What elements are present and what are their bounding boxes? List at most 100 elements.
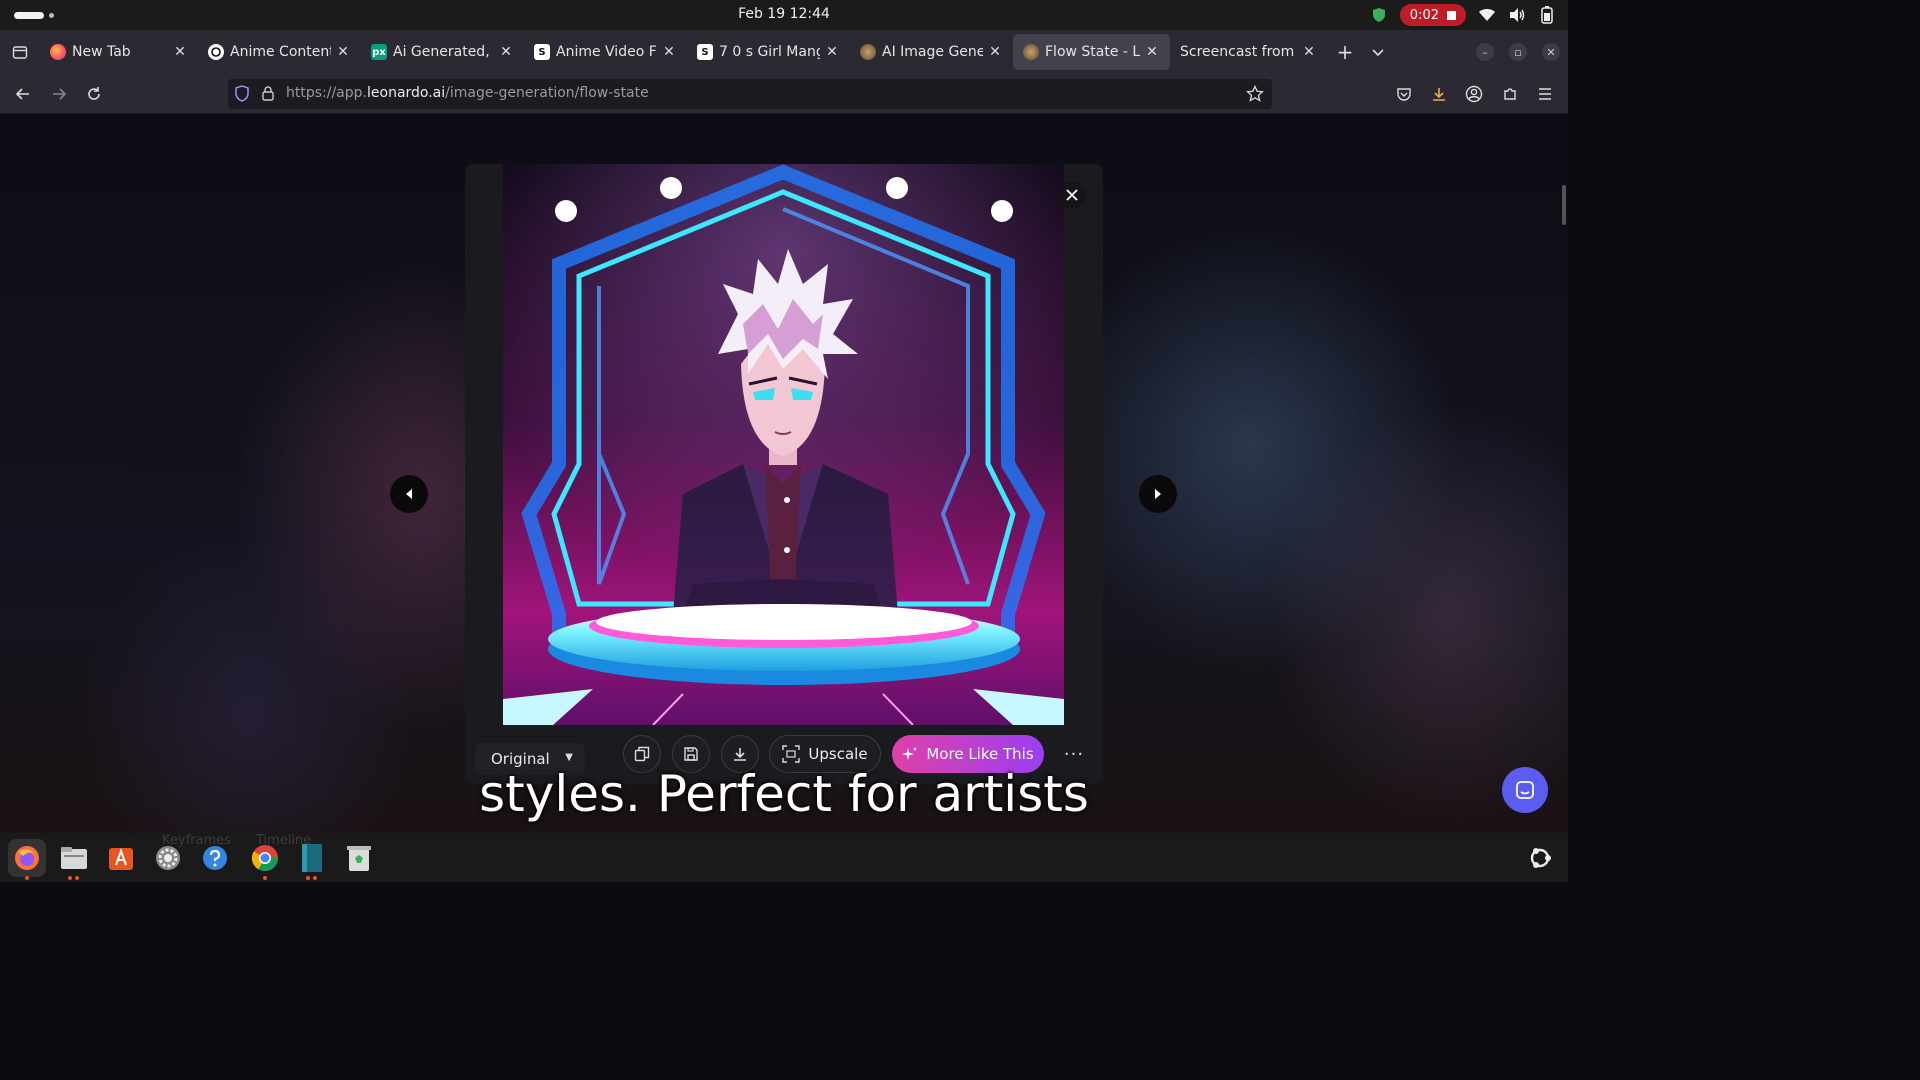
stop-recording-icon[interactable] <box>1447 10 1456 20</box>
chevron-down-icon <box>1372 48 1384 56</box>
recording-time: 0:02 <box>1409 7 1439 23</box>
security-shield-icon[interactable] <box>1370 6 1388 24</box>
minimize-window-button[interactable]: – <box>1476 43 1494 61</box>
taskbar-dock: Keyframes Timeline <box>0 833 1568 882</box>
tab-overview-icon <box>12 46 28 59</box>
tab-title: 7 0 s Girl Manga <box>719 44 820 60</box>
px-icon: px <box>371 44 387 60</box>
tab-close-icon[interactable]: ✕ <box>1144 44 1160 60</box>
tab-title: Anime Video For <box>556 44 657 60</box>
tab-ai-generated[interactable]: px Ai Generated, Gi ✕ <box>361 34 524 70</box>
help-icon <box>203 846 227 870</box>
download-icon <box>1433 88 1445 101</box>
copy-icon <box>634 746 650 762</box>
leonardo-icon <box>1023 44 1039 60</box>
back-button[interactable] <box>11 82 35 106</box>
caret-down-icon: ▼ <box>565 752 573 763</box>
anime-character-illustration <box>503 164 1064 725</box>
firefox-icon <box>50 44 66 60</box>
tab-title: Screencast from 20 <box>1180 44 1297 60</box>
close-icon <box>1066 189 1078 201</box>
tab-anime-video[interactable]: S Anime Video For ✕ <box>524 34 687 70</box>
tab-close-icon[interactable]: ✕ <box>1301 44 1317 60</box>
app-menu-button[interactable] <box>1533 82 1557 106</box>
system-tray: 0:02 <box>1370 4 1556 26</box>
dock-show-apps[interactable] <box>1521 839 1559 877</box>
bookmark-star-icon[interactable] <box>1246 84 1264 107</box>
dock-firefox[interactable] <box>8 839 46 880</box>
generated-image[interactable] <box>503 164 1064 725</box>
arrow-right-icon <box>53 88 67 100</box>
running-indicator <box>25 876 29 880</box>
next-image-button[interactable] <box>1139 475 1177 513</box>
forward-button[interactable] <box>47 82 71 106</box>
tab-anime-content[interactable]: Anime Content I ✕ <box>198 34 361 70</box>
dock-settings[interactable] <box>149 839 187 877</box>
pocket-icon <box>1397 88 1411 101</box>
tab-close-icon[interactable]: ✕ <box>172 44 188 60</box>
tracking-protection-shield-icon[interactable] <box>234 85 250 107</box>
url-text[interactable]: https://app.leonardo.ai/image-generation… <box>286 85 649 101</box>
dock-video-editor[interactable] <box>293 839 331 880</box>
dock-app-center[interactable] <box>102 839 140 877</box>
screen-recording-indicator[interactable]: 0:02 <box>1399 4 1466 26</box>
dock-trash[interactable] <box>340 839 378 877</box>
support-chat-button[interactable] <box>1502 767 1548 813</box>
tab-girl-manga[interactable]: S 7 0 s Girl Manga ✕ <box>687 34 850 70</box>
tab-close-icon[interactable]: ✕ <box>824 44 840 60</box>
volume-icon[interactable] <box>1508 6 1526 24</box>
caret-left-icon <box>406 489 412 499</box>
running-indicator <box>306 876 310 880</box>
url-host: leonardo.ai <box>367 85 446 101</box>
puzzle-icon <box>1504 88 1516 100</box>
running-indicator <box>68 876 72 880</box>
sparkles-icon <box>902 747 918 760</box>
image-viewer-modal <box>465 164 1103 784</box>
tab-close-icon[interactable]: ✕ <box>335 44 351 60</box>
url-path: /image-generation/flow-state <box>445 85 649 101</box>
maximize-window-button[interactable]: ▫ <box>1509 43 1527 61</box>
tab-flow-state[interactable]: Flow State - Leo ✕ <box>1013 34 1170 70</box>
tab-close-icon[interactable]: ✕ <box>987 44 1003 60</box>
tab-ai-image-generator[interactable]: AI Image Genera ✕ <box>850 34 1013 70</box>
tab-new-tab[interactable]: New Tab ✕ <box>40 34 198 70</box>
reload-button[interactable] <box>82 82 106 106</box>
battery-icon[interactable] <box>1538 6 1556 24</box>
openai-icon <box>208 44 224 60</box>
ubuntu-logo-icon <box>1530 848 1551 868</box>
tab-close-icon[interactable]: ✕ <box>498 44 514 60</box>
account-button[interactable] <box>1462 82 1486 106</box>
video-caption-subtitle: styles. Perfect for artists <box>479 765 1089 823</box>
tab-overview-button[interactable] <box>0 30 40 74</box>
dock-help[interactable] <box>196 839 234 877</box>
address-bar[interactable]: https://app.leonardo.ai/image-generation… <box>228 79 1272 109</box>
save-icon <box>684 747 698 761</box>
account-icon <box>1465 85 1483 103</box>
tab-close-icon[interactable]: ✕ <box>661 44 677 60</box>
dock-files[interactable] <box>55 839 93 880</box>
new-tab-button[interactable]: + <box>1327 40 1363 64</box>
system-clock[interactable]: Feb 19 12:44 <box>0 6 1568 22</box>
upscale-icon <box>782 745 801 763</box>
lock-icon[interactable] <box>261 85 275 105</box>
previous-image-button[interactable] <box>390 475 428 513</box>
dock-chrome[interactable] <box>246 839 284 880</box>
leonardo-icon <box>860 44 876 60</box>
wifi-icon[interactable] <box>1478 6 1496 24</box>
gear-icon <box>156 846 180 870</box>
list-all-tabs-button[interactable] <box>1363 43 1393 62</box>
downloads-button[interactable] <box>1427 82 1451 106</box>
pocket-button[interactable] <box>1392 82 1416 106</box>
tab-screencast[interactable]: Screencast from 20 ✕ <box>1170 34 1327 70</box>
upscale-label: Upscale <box>808 745 868 763</box>
reload-icon <box>88 87 100 100</box>
firefox-icon <box>15 846 39 870</box>
more-options-icon: ··· <box>1063 743 1085 765</box>
close-window-button[interactable]: ✕ <box>1542 43 1560 61</box>
running-indicator <box>313 876 317 880</box>
close-viewer-button[interactable] <box>1058 181 1086 209</box>
chrome-icon <box>251 845 279 872</box>
extensions-button[interactable] <box>1498 82 1522 106</box>
page-scrollbar[interactable] <box>1562 185 1566 225</box>
tab-title: New Tab <box>72 44 131 60</box>
